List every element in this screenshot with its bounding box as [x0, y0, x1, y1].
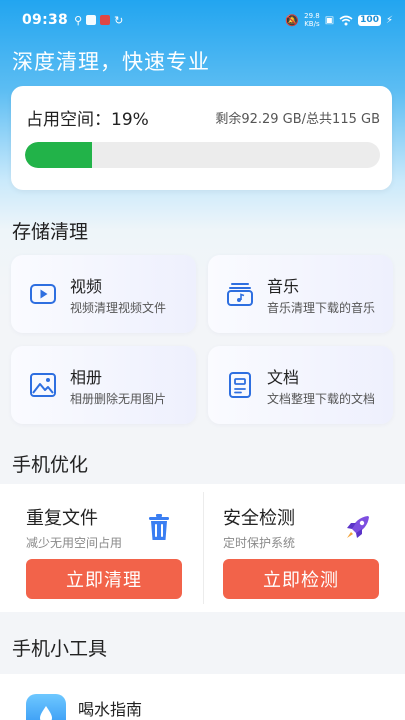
section-title-storage-clean: 存储清理	[12, 221, 89, 243]
status-right: 🔕 29.8 KB/s ▣ 100 ⚡	[285, 12, 393, 28]
app-notification-icon-red	[100, 15, 111, 25]
check-now-button[interactable]: 立即检测	[223, 559, 379, 599]
storage-used-label: 占用空间：19%	[26, 110, 149, 130]
tool-item-water-guide[interactable]: 喝水指南	[0, 674, 405, 720]
storage-remaining-text: 剩余92.29 GB/总共115 GB	[215, 112, 380, 127]
rocket-icon	[347, 516, 369, 538]
clean-card-title: 音乐	[267, 277, 300, 296]
charging-icon: ⚡	[385, 14, 393, 26]
divider	[203, 492, 204, 604]
clean-card-subtitle: 音乐清理下载的音乐	[267, 301, 376, 315]
video-icon	[30, 284, 56, 304]
photo-album-icon	[30, 373, 56, 397]
clean-card-title: 文档	[267, 368, 300, 387]
clean-card-music[interactable]: 音乐 音乐清理下载的音乐	[208, 255, 393, 333]
sync-icon: ↻	[114, 13, 124, 27]
nfc-icon: ▣	[324, 14, 335, 26]
app-notification-icon	[86, 15, 97, 25]
clean-card-subtitle: 视频清理视频文件	[70, 301, 167, 315]
battery-level: 100	[358, 14, 381, 26]
security-check-subtitle: 定时保护系统	[223, 536, 296, 550]
storage-progress-fill	[25, 142, 93, 168]
net-speed-value: 29.8	[304, 12, 320, 20]
music-icon	[227, 283, 253, 306]
trash-icon	[149, 514, 169, 540]
clean-card-title: 相册	[70, 368, 103, 387]
document-icon	[229, 372, 251, 398]
clean-card-document[interactable]: 文档 文档整理下载的文档	[208, 346, 393, 424]
tool-item-label: 喝水指南	[78, 700, 143, 719]
status-bar: 09:38 ⚲ ↻ 🔕 29.8 KB/s ▣ 100 ⚡	[0, 0, 405, 40]
storage-progress-bar	[25, 142, 380, 168]
clean-card-video[interactable]: 视频 视频清理视频文件	[11, 255, 196, 333]
clean-card-photo-album[interactable]: 相册 相册删除无用图片	[11, 346, 196, 424]
clean-now-button[interactable]: 立即清理	[26, 559, 182, 599]
duplicate-files-subtitle: 减少无用空间占用	[26, 536, 123, 550]
duplicate-files-title: 重复文件	[26, 508, 98, 529]
clean-card-subtitle: 相册删除无用图片	[70, 392, 167, 406]
status-time: 09:38	[22, 12, 69, 28]
storage-usage-card: 占用空间：19% 剩余92.29 GB/总共115 GB	[11, 86, 392, 190]
net-speed: 29.8 KB/s	[304, 12, 320, 28]
net-speed-unit: KB/s	[304, 20, 320, 28]
page-headline: 深度清理，快速专业	[12, 50, 210, 74]
water-drop-icon	[26, 694, 66, 720]
usb-icon: ⚲	[74, 13, 83, 27]
optimize-panel: 重复文件 减少无用空间占用 立即清理 安全检测 定时保护系统 立即检测	[0, 484, 405, 612]
section-title-tools: 手机小工具	[12, 638, 108, 660]
mute-icon: 🔕	[285, 13, 300, 27]
section-title-optimize: 手机优化	[12, 454, 89, 476]
notification-icons: ⚲ ↻	[74, 14, 123, 27]
clean-card-title: 视频	[70, 277, 103, 296]
clean-card-subtitle: 文档整理下载的文档	[267, 392, 376, 406]
wifi-icon	[339, 15, 353, 25]
security-check-title: 安全检测	[223, 508, 295, 529]
